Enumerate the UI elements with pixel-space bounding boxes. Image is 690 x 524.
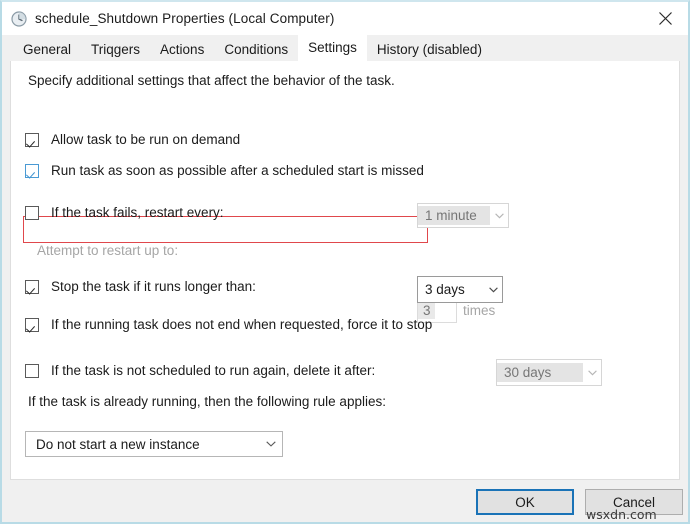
ok-button[interactable]: OK: [476, 489, 574, 515]
tab-conditions[interactable]: Conditions: [214, 37, 299, 61]
tab-history-label: History (disabled): [376, 41, 482, 57]
checkbox-delete-if-not-scheduled-label: If the task is not scheduled to run agai…: [51, 363, 376, 378]
cancel-button-label: Cancel: [612, 494, 656, 510]
chevron-down-icon: [583, 369, 601, 376]
chevron-down-icon: [260, 441, 282, 447]
panel-description: Specify additional settings that affect …: [28, 73, 395, 88]
attempt-restart-label: Attempt to restart up to:: [37, 243, 179, 258]
tab-general-label: General: [23, 41, 72, 57]
stop-after-combobox[interactable]: 3 days: [417, 276, 503, 303]
attempt-count-value: 3: [418, 301, 435, 319]
chevron-down-icon: [490, 212, 508, 219]
restart-interval-combobox[interactable]: 1 minute: [417, 203, 509, 228]
times-unit-label: times: [463, 303, 496, 318]
checkbox-force-stop[interactable]: [25, 317, 39, 332]
row-delete-after: If the task is not scheduled to run agai…: [25, 363, 375, 378]
checkbox-allow-on-demand[interactable]: [25, 132, 39, 147]
tab-conditions-label: Conditions: [224, 41, 289, 57]
chevron-down-icon: [484, 286, 502, 293]
checkbox-allow-on-demand-label: Allow task to be run on demand: [51, 132, 241, 147]
tab-history[interactable]: History (disabled): [366, 37, 492, 61]
delete-after-value: 30 days: [497, 363, 583, 382]
red-highlight-annotation: [23, 216, 428, 243]
row-attempt-restart: Attempt to restart up to:: [37, 243, 178, 258]
tab-settings[interactable]: Settings: [298, 35, 367, 61]
tab-general[interactable]: General: [13, 37, 82, 61]
checkbox-run-asap[interactable]: [25, 163, 39, 178]
tab-actions[interactable]: Actions: [150, 37, 215, 61]
restart-interval-value: 1 minute: [418, 206, 490, 225]
close-icon: [658, 11, 673, 26]
dialog-footer: OK Cancel: [2, 480, 688, 522]
tab-actions-label: Actions: [160, 41, 205, 57]
checkbox-run-asap-label: Run task as soon as possible after a sch…: [51, 163, 424, 178]
row-stop-task: Stop the task if it runs longer than:: [25, 279, 256, 294]
close-button[interactable]: [642, 2, 688, 34]
task-properties-window: schedule_Shutdown Properties (Local Comp…: [0, 0, 690, 524]
stop-after-value: 3 days: [425, 282, 465, 297]
checkbox-force-stop-label: If the running task does not end when re…: [51, 317, 433, 332]
checkbox-stop-if-longer-than[interactable]: [25, 279, 39, 294]
row-run-asap: Run task as soon as possible after a sch…: [25, 163, 424, 178]
checkbox-stop-if-longer-than-label: Stop the task if it runs longer than:: [51, 279, 256, 294]
settings-panel: Specify additional settings that affect …: [10, 61, 680, 480]
tab-settings-label: Settings: [308, 40, 357, 55]
checkbox-restart-on-failure[interactable]: [25, 205, 39, 220]
delete-after-combobox[interactable]: 30 days: [496, 359, 602, 386]
clock-icon: [11, 10, 27, 27]
already-running-rule-label: If the task is already running, then the…: [28, 394, 386, 409]
row-allow-on-demand: Allow task to be run on demand: [25, 132, 240, 147]
checkbox-delete-if-not-scheduled[interactable]: [25, 363, 39, 378]
row-restart-every: If the task fails, restart every:: [25, 205, 224, 220]
cancel-button[interactable]: Cancel: [585, 489, 683, 515]
ok-button-label: OK: [515, 494, 535, 510]
title-bar: schedule_Shutdown Properties (Local Comp…: [2, 2, 688, 35]
instance-policy-combobox[interactable]: Do not start a new instance: [25, 431, 283, 457]
window-title: schedule_Shutdown Properties (Local Comp…: [35, 11, 335, 26]
tab-strip: General Triqgers Actions Conditions Sett…: [2, 35, 688, 61]
instance-policy-value: Do not start a new instance: [36, 436, 200, 452]
tab-triggers[interactable]: Triqgers: [81, 37, 151, 61]
checkbox-restart-on-failure-label: If the task fails, restart every:: [51, 205, 224, 220]
tab-triggers-label: Triqgers: [91, 41, 141, 57]
row-force-stop: If the running task does not end when re…: [25, 317, 432, 332]
